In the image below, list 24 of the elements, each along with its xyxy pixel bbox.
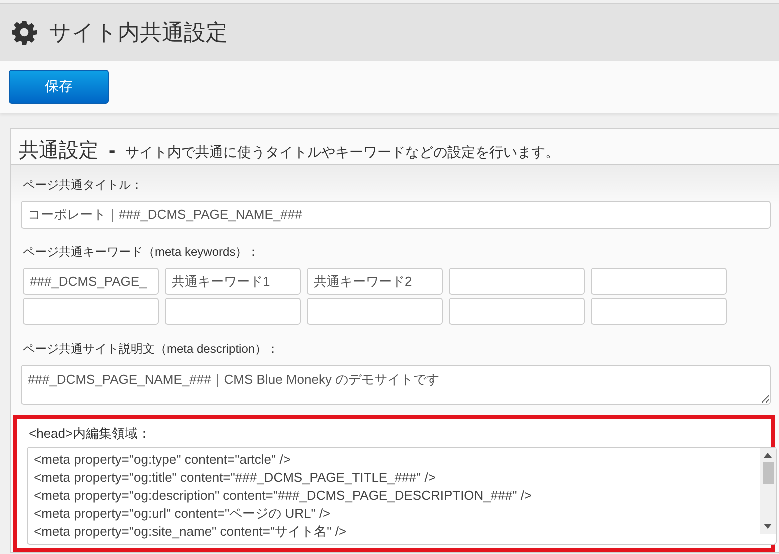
keyword-field[interactable] [165,298,301,325]
keyword-field[interactable] [591,268,727,295]
field-label: <head>内編集領域： [29,425,152,443]
input-field[interactable]: コーポレート｜###_DCMS_PAGE_NAME_### [21,201,771,229]
keyword-field[interactable]: ###_DCMS_PAGE_ [23,268,159,295]
panel-title: 共通設定 [19,139,99,164]
keyword-field[interactable]: 共通キーワード1 [165,268,301,295]
text-area[interactable]: ###_DCMS_PAGE_NAME_###｜CMS Blue Moneky のデモサイトです [21,365,771,405]
keyword-field[interactable] [591,298,727,325]
keyword-field[interactable] [307,298,443,325]
title-separator: - [109,140,116,163]
keyword-field[interactable] [449,268,585,295]
code-field[interactable]: <meta property="og:type" content="artcle" /> <meta property="og:title" content="###_DCMS_PAGE_TITLE_###" /> <meta property="og:description" content="###_DCMS_PAGE_DESCRIPTION_###" /> <meta property="og:url" content="ページの URL" /> <meta property="og:site_name" content="サイト名" /> [27,447,777,545]
keyword-field[interactable]: 共通キーワード2 [307,268,443,295]
page-title: サイト内共通設定 [49,18,228,46]
keyword-field[interactable] [23,298,159,325]
field-label: ページ共通キーワード（meta keywords）： [23,244,261,261]
panel-description: サイト内で共通に使うタイトルやキーワードなどの設定を行います。 [126,144,560,162]
save-button[interactable]: 保存 [9,70,109,104]
field-label: ページ共通タイトル： [23,177,144,194]
field-label: ページ共通サイト説明文（meta description）： [23,341,280,358]
settings-icon [12,20,37,45]
scrollbar[interactable] [760,448,776,534]
keyword-field[interactable] [449,298,585,325]
